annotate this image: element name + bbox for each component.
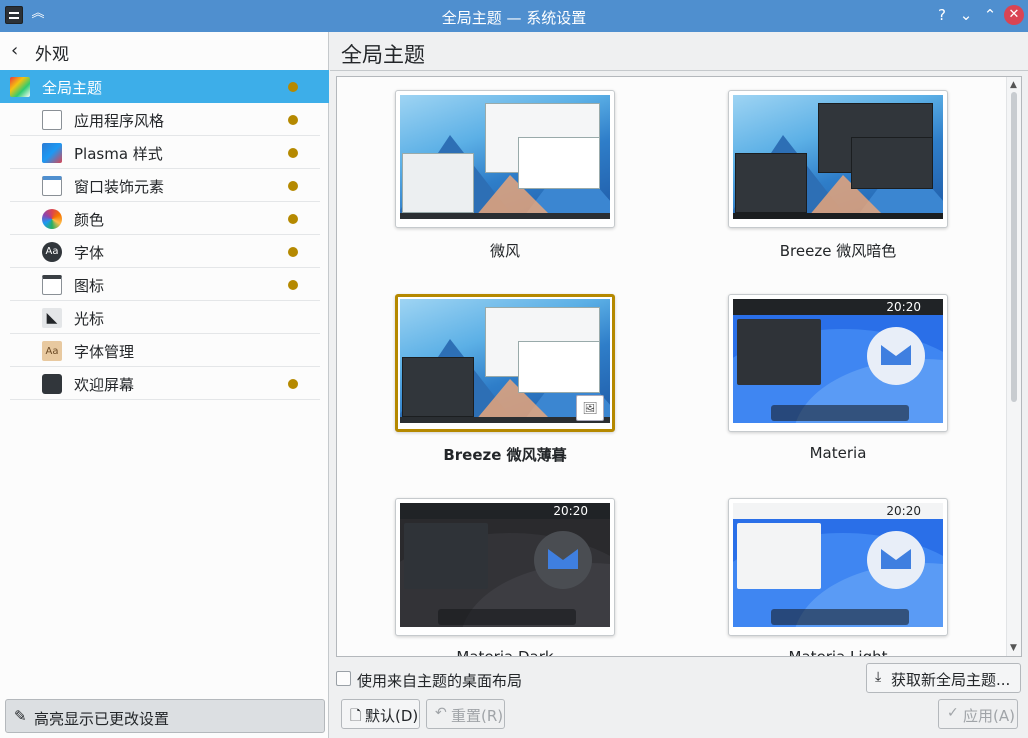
maximize-button[interactable]: ⌃: [980, 5, 1000, 25]
theme-preview: 20:20: [733, 299, 943, 423]
undo-icon: ↶: [435, 705, 447, 721]
theme-preview: [400, 95, 610, 219]
image-preview-icon[interactable]: 🖼: [576, 395, 604, 421]
vertical-scrollbar[interactable]: ▲ ▼: [1006, 77, 1021, 656]
changed-indicator: [288, 148, 298, 158]
back-arrow-icon[interactable]: ‹: [11, 40, 18, 61]
download-icon: ⤓: [875, 669, 882, 685]
theme-name: Breeze 微风暗色: [779, 242, 897, 260]
icons-icon: [42, 275, 62, 295]
changed-indicator: [288, 181, 298, 191]
theme-name: Materia: [809, 444, 867, 462]
theme-preview: 20:20: [733, 503, 943, 627]
category-title: 外观: [35, 45, 69, 65]
mail-icon: [867, 531, 925, 589]
use-layout-checkbox[interactable]: [336, 671, 351, 686]
application-style-icon: [42, 110, 62, 130]
font-management-icon: Aa: [42, 341, 62, 361]
sidebar-header[interactable]: ‹ 外观: [0, 32, 329, 70]
theme-card-breeze-twilight[interactable]: 🖼: [395, 294, 615, 432]
changed-indicator: [288, 247, 298, 257]
sidebar-item-window-decoration[interactable]: 窗口装饰元素: [10, 169, 320, 202]
sidebar-item-splash-screen[interactable]: 欢迎屏幕: [10, 367, 320, 400]
theme-card-breeze-dark[interactable]: [728, 90, 948, 228]
sidebar-item-plasma-style[interactable]: Plasma 样式: [10, 136, 320, 169]
theme-card-materia-light[interactable]: 20:20: [728, 498, 948, 636]
fonts-icon: Aa: [42, 242, 62, 262]
get-new-themes-button[interactable]: ⤓ 获取新全局主题...: [866, 663, 1021, 693]
theme-preview: 🖼: [400, 299, 610, 423]
clock-label: 20:20: [886, 300, 921, 314]
changed-indicator: [288, 115, 298, 125]
changed-indicator: [288, 379, 298, 389]
divider: [330, 70, 1028, 71]
minimize-button[interactable]: ⌄: [956, 5, 976, 25]
plasma-style-icon: [42, 143, 62, 163]
sidebar-item-application-style[interactable]: 应用程序风格: [10, 103, 320, 136]
check-icon: ✓: [947, 705, 959, 721]
page-title: 全局主题: [341, 43, 425, 67]
mail-icon: [867, 327, 925, 385]
clock-label: 20:20: [553, 504, 588, 518]
sidebar-item-label: 光标: [74, 310, 105, 328]
scroll-thumb[interactable]: [1011, 92, 1017, 402]
theme-name: 微风: [489, 242, 520, 260]
sidebar-item-label: 字体: [74, 244, 105, 262]
theme-name: Materia Light: [788, 648, 888, 657]
theme-name: Materia Dark: [456, 648, 554, 657]
colors-icon: [42, 209, 62, 229]
theme-name: Breeze 微风薄暮: [443, 446, 567, 464]
mail-icon: [534, 531, 592, 589]
document-icon: 🗋: [350, 708, 362, 724]
sidebar-item-label: 颜色: [74, 211, 105, 229]
sidebar-item-cursor[interactable]: ◣ 光标: [10, 301, 320, 334]
sidebar-item-fonts[interactable]: Aa 字体: [10, 235, 320, 268]
scroll-up-icon[interactable]: ▲: [1010, 80, 1017, 90]
theme-preview: [733, 95, 943, 219]
changed-indicator: [288, 214, 298, 224]
help-button[interactable]: ?: [932, 5, 952, 25]
sidebar-item-colors[interactable]: 颜色: [10, 202, 320, 235]
use-layout-label[interactable]: 使用来自主题的桌面布局: [357, 670, 522, 691]
sidebar-item-label: 窗口装饰元素: [74, 178, 165, 196]
theme-card-materia-dark[interactable]: 20:20: [395, 498, 615, 636]
window-title: 全局主题 — 系统设置: [441, 9, 587, 27]
theme-card-materia[interactable]: 20:20: [728, 294, 948, 432]
clock-label: 20:20: [886, 504, 921, 518]
splash-screen-icon: [42, 374, 62, 394]
changed-indicator: [288, 82, 298, 92]
sidebar-item-font-management[interactable]: Aa 字体管理: [10, 334, 320, 367]
window-decoration-icon: [42, 176, 62, 196]
title-bar: ︽ 全局主题 — 系统设置 ? ⌄ ⌃ ✕: [0, 0, 1028, 32]
reset-button[interactable]: ↶ 重置(R): [426, 699, 505, 729]
default-button[interactable]: 🗋 默认(D): [341, 699, 420, 729]
global-theme-icon: [10, 77, 30, 97]
cursor-icon: ◣: [42, 308, 62, 328]
close-button[interactable]: ✕: [1004, 5, 1024, 25]
theme-grid: 微风 Breeze 微风暗色 🖼 Breeze 微风薄暮 20:20 Mater…: [336, 76, 1022, 657]
highlight-changed-button[interactable]: ✎ 高亮显示已更改设置: [5, 699, 325, 733]
theme-preview: 20:20: [400, 503, 610, 627]
sidebar-item-global-theme[interactable]: 全局主题: [0, 70, 329, 103]
sidebar-item-label: Plasma 样式: [74, 145, 163, 163]
sidebar-item-label: 应用程序风格: [74, 112, 165, 130]
sidebar-item-label: 图标: [74, 277, 105, 295]
sidebar: ‹ 外观 全局主题 应用程序风格 Plasma 样式 窗口装饰元素 颜色 Aa …: [0, 32, 329, 738]
sidebar-item-label: 字体管理: [74, 343, 135, 361]
theme-card-breeze[interactable]: [395, 90, 615, 228]
sidebar-item-label: 欢迎屏幕: [74, 376, 135, 394]
sidebar-item-icons[interactable]: 图标: [10, 268, 320, 301]
apply-button[interactable]: ✓ 应用(A): [938, 699, 1018, 729]
scroll-down-icon[interactable]: ▼: [1010, 643, 1017, 653]
pen-icon: ✎: [14, 707, 27, 725]
sidebar-item-label: 全局主题: [42, 79, 103, 97]
changed-indicator: [288, 280, 298, 290]
